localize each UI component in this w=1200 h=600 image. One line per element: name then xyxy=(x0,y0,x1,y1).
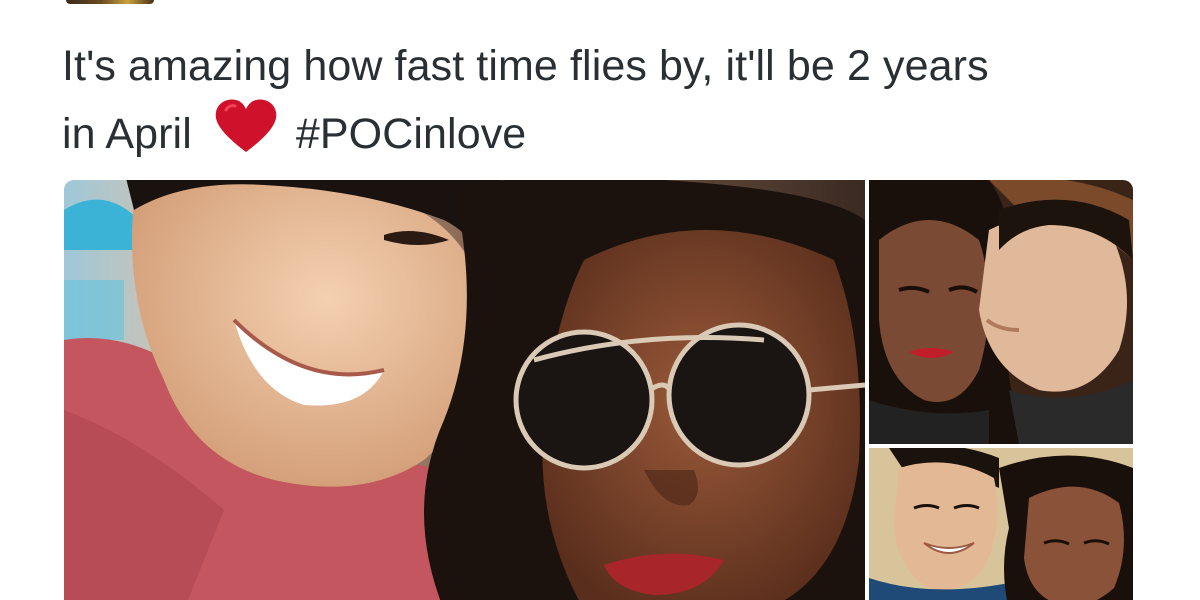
photo-couple-selfie-sunglasses[interactable] xyxy=(64,180,865,600)
photo-couple-kiss-on-cheek[interactable] xyxy=(869,180,1133,444)
tweet-text-line2: in April xyxy=(62,110,192,158)
tweet-text-line1: It's amazing how fast time flies by, it'… xyxy=(62,42,989,90)
photo-couple-smiling-selfie[interactable] xyxy=(869,448,1133,600)
tweet-media-grid xyxy=(64,180,1133,600)
hashtag-link[interactable]: #POCinlove xyxy=(296,110,526,158)
red-heart-icon xyxy=(214,98,278,154)
avatar[interactable] xyxy=(66,0,154,4)
tweet-text: It's amazing how fast time flies by, it'… xyxy=(62,34,1152,166)
